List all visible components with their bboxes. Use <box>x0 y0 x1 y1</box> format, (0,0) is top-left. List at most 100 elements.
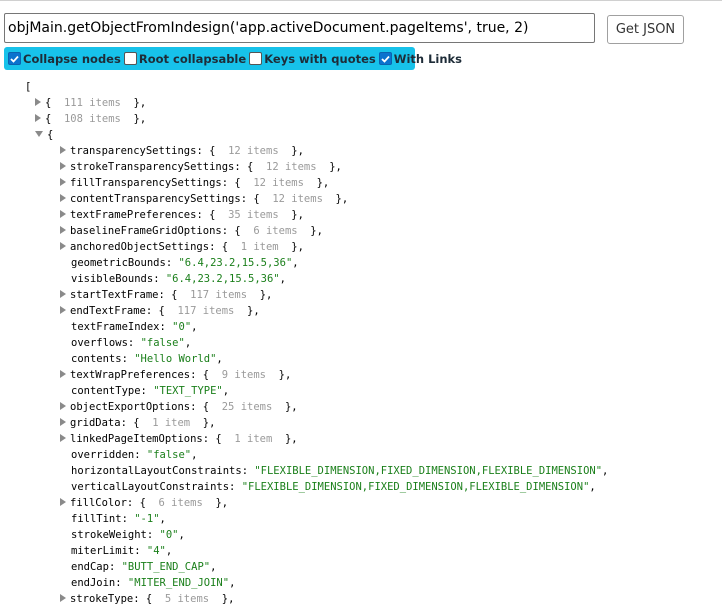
item-count: 1 item <box>152 417 191 429</box>
expand-arrow-icon[interactable] <box>60 402 66 410</box>
collapsed-item-1[interactable]: { 111 items }, <box>35 95 146 111</box>
expand-arrow-icon[interactable] <box>60 306 66 314</box>
expand-arrow-icon[interactable] <box>60 210 66 218</box>
entry-key: objectExportOptions <box>70 401 191 413</box>
tree-entry: fillTint: "-1", <box>71 513 166 525</box>
item-count: 1 item <box>234 433 273 445</box>
entry-value: "4" <box>146 545 166 557</box>
top-border <box>0 0 722 1</box>
entry-key: overflows <box>71 337 128 349</box>
item-count: 12 items <box>228 145 279 157</box>
expanded-open-brace: { <box>47 129 54 141</box>
tree-entry: visibleBounds: "6.4,23.2,15.5,36", <box>71 273 286 285</box>
tree-entry: endCap: "BUTT_END_CAP", <box>71 561 217 573</box>
expand-arrow-icon[interactable] <box>60 290 66 298</box>
tree-entry: endJoin: "MITER_END_JOIN", <box>71 577 236 589</box>
option-label: With Links <box>393 51 463 66</box>
entry-value: "FLEXIBLE_DIMENSION,FIXED_DIMENSION,FLEX… <box>241 481 590 493</box>
entry-key: textWrapPreferences <box>70 369 191 381</box>
entry-value: "TEXT_TYPE" <box>153 385 223 397</box>
tree-entry[interactable]: textWrapPreferences: { 9 items }, <box>60 367 291 383</box>
option-label: Root collapsable <box>138 51 247 66</box>
tree-entry[interactable]: transparencySettings: { 12 items }, <box>60 143 304 159</box>
expand-arrow-icon[interactable] <box>60 242 66 250</box>
expand-arrow-icon[interactable] <box>60 194 66 202</box>
expanded-item-3[interactable]: { <box>35 127 53 143</box>
entry-key: strokeWeight <box>71 529 147 541</box>
tree-entry[interactable]: contentTransparencySettings: { 12 items … <box>60 191 348 207</box>
entry-key: strokeTransparencySettings <box>70 161 235 173</box>
tree-entry[interactable]: linkedPageItemOptions: { 1 item }, <box>60 431 298 447</box>
option-label: Keys with quotes <box>264 51 376 66</box>
collapsed-item-2[interactable]: { 108 items }, <box>35 111 146 127</box>
entry-key: contents <box>71 353 122 365</box>
entry-key: contentType <box>71 385 141 397</box>
item-count: 5 items <box>164 593 210 605</box>
tree-entry: horizontalLayoutConstraints: "FLEXIBLE_D… <box>71 465 609 477</box>
entry-key: baselineFrameGridOptions <box>70 225 222 237</box>
entry-key: visibleBounds <box>71 273 154 285</box>
checkbox-icon[interactable] <box>123 52 137 65</box>
expand-arrow-icon[interactable] <box>60 498 66 506</box>
item-count: 12 items <box>266 161 317 173</box>
option-keys-with-quotes[interactable]: Keys with quotes <box>249 52 376 66</box>
entry-key: endJoin <box>71 577 116 589</box>
item-count: 12 items <box>272 193 323 205</box>
entry-value: "BUTT_END_CAP" <box>121 561 211 573</box>
entry-value: "FLEXIBLE_DIMENSION,FIXED_DIMENSION,FLEX… <box>254 465 603 477</box>
entry-key: fillTint <box>71 513 122 525</box>
expand-arrow-icon[interactable] <box>35 114 41 122</box>
collapse-arrow-icon[interactable] <box>35 131 43 137</box>
entry-key: verticalLayoutConstraints <box>71 481 230 493</box>
entry-value: "0" <box>159 529 179 541</box>
tree-entry[interactable]: fillColor: { 6 items }, <box>60 495 228 511</box>
expand-arrow-icon[interactable] <box>60 226 66 234</box>
item-count: 6 items <box>158 497 203 509</box>
item-count: 117 items <box>190 289 248 301</box>
checkbox-icon[interactable] <box>8 52 21 65</box>
option-with-links[interactable]: With Links <box>378 51 463 66</box>
tree-entry: contents: "Hello World", <box>71 353 223 365</box>
tree-entry[interactable]: startTextFrame: { 117 items }, <box>60 287 272 303</box>
tree-entry: geometricBounds: "6.4,23.2,15.5,36", <box>71 257 299 269</box>
entry-key: fillColor <box>70 497 127 509</box>
tree-entry[interactable]: textFramePreferences: { 35 items }, <box>60 207 304 223</box>
entry-key: geometricBounds <box>71 257 166 269</box>
expand-arrow-icon[interactable] <box>60 594 66 602</box>
expand-arrow-icon[interactable] <box>60 370 66 378</box>
tree-entry[interactable]: baselineFrameGridOptions: { 6 items }, <box>60 223 323 239</box>
entry-key: textFramePreferences <box>70 209 197 221</box>
item-count: 117 items <box>177 305 235 317</box>
item-count: 111 items <box>63 97 121 109</box>
expand-arrow-icon[interactable] <box>35 98 41 106</box>
entry-value: "-1" <box>134 513 160 525</box>
tree-entry[interactable]: endTextFrame: { 117 items }, <box>60 303 260 319</box>
expand-arrow-icon[interactable] <box>60 178 66 186</box>
tree-entry[interactable]: strokeType: { 5 items }, <box>60 591 234 607</box>
tree-entry[interactable]: objectExportOptions: { 25 items }, <box>60 399 298 415</box>
item-count: 25 items <box>221 401 273 413</box>
entry-value: "false" <box>140 337 185 349</box>
option-root-collapsable[interactable]: Root collapsable <box>123 51 247 66</box>
expand-arrow-icon[interactable] <box>60 434 66 442</box>
tree-entry[interactable]: anchoredObjectSettings: { 1 item }, <box>60 239 304 255</box>
tree-entry[interactable]: strokeTransparencySettings: { 12 items }… <box>60 159 342 175</box>
entry-key: fillTransparencySettings <box>70 177 222 189</box>
option-collapse-nodes[interactable]: Collapse nodes <box>8 52 121 66</box>
query-input[interactable] <box>4 13 595 43</box>
expand-arrow-icon[interactable] <box>60 146 66 154</box>
entry-key: overridden <box>71 449 135 461</box>
tree-entry[interactable]: gridData: { 1 item }, <box>60 415 215 431</box>
option-label: Collapse nodes <box>23 51 121 66</box>
entry-key: horizontalLayoutConstraints <box>71 465 242 477</box>
item-count: 108 items <box>63 113 121 125</box>
entry-key: contentTransparencySettings <box>70 193 241 205</box>
expand-arrow-icon[interactable] <box>60 418 66 426</box>
entry-key: gridData <box>70 417 121 429</box>
checkbox-icon[interactable] <box>378 52 392 65</box>
get-json-button[interactable]: Get JSON <box>607 15 684 44</box>
item-count: 12 items <box>253 177 304 189</box>
tree-entry[interactable]: fillTransparencySettings: { 12 items }, <box>60 175 329 191</box>
expand-arrow-icon[interactable] <box>60 162 66 170</box>
checkbox-icon[interactable] <box>249 52 263 65</box>
